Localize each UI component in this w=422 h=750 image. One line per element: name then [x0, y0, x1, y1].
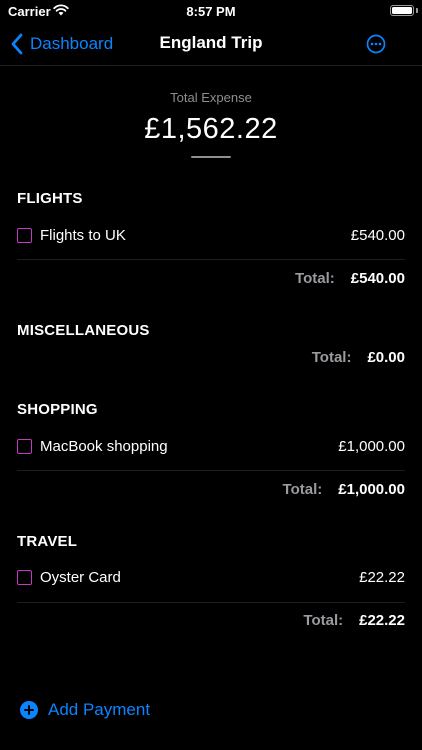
- row-divider: [17, 259, 405, 260]
- expense-amount: £22.22: [359, 568, 405, 586]
- total-label: Total:: [295, 270, 335, 287]
- expense-summary: Total Expense £1,562.22: [0, 90, 422, 158]
- expense-row[interactable]: Oyster Card £22.22: [17, 562, 405, 592]
- status-bar: Carrier 8:57 PM: [0, 0, 422, 22]
- battery-icon: [390, 5, 414, 16]
- more-options-icon[interactable]: [366, 34, 386, 54]
- expense-name: MacBook shopping: [40, 437, 168, 455]
- add-payment-button[interactable]: Add Payment: [20, 700, 150, 720]
- expense-name: Oyster Card: [40, 568, 121, 586]
- row-divider: [17, 602, 405, 603]
- battery-cap: [416, 8, 418, 13]
- summary-divider: [191, 156, 231, 158]
- section-total: Total: £22.22: [303, 612, 405, 629]
- row-divider: [17, 470, 405, 471]
- checkbox[interactable]: [17, 227, 32, 243]
- expense-row[interactable]: Flights to UK £540.00: [17, 220, 405, 250]
- total-label: Total:: [303, 612, 344, 629]
- page-title: England Trip: [159, 33, 263, 52]
- total-value: £540.00: [350, 270, 405, 287]
- total-value: £22.22: [359, 612, 405, 629]
- section-title-flights: FLIGHTS: [17, 190, 83, 207]
- checkbox[interactable]: [17, 569, 32, 585]
- total-label: Total:: [311, 349, 352, 366]
- expense-name: Flights to UK: [40, 226, 126, 244]
- section-total: Total: £1,000.00: [283, 481, 405, 498]
- expense-row[interactable]: MacBook shopping £1,000.00: [17, 431, 405, 461]
- total-value: £0.00: [367, 349, 405, 366]
- total-expense-label: Total Expense: [170, 90, 252, 105]
- status-time: 8:57 PM: [186, 4, 236, 19]
- total-expense-amount: £1,562.22: [144, 113, 278, 145]
- section-total: Total: £540.00: [295, 270, 405, 287]
- plus-circle-icon: [20, 701, 38, 719]
- section-title-travel: TRAVEL: [17, 533, 78, 550]
- total-label: Total:: [282, 481, 323, 498]
- navigation-bar: Dashboard England Trip: [0, 22, 422, 66]
- add-payment-label: Add Payment: [48, 700, 151, 719]
- checkbox[interactable]: [17, 438, 32, 454]
- section-title-shopping: SHOPPING: [17, 401, 98, 418]
- total-value: £1,000.00: [338, 481, 405, 498]
- section-title-miscellaneous: MISCELLANEOUS: [17, 322, 150, 339]
- section-total: Total: £0.00: [312, 349, 405, 366]
- expense-amount: £1,000.00: [338, 437, 405, 455]
- expense-amount: £540.00: [350, 226, 405, 244]
